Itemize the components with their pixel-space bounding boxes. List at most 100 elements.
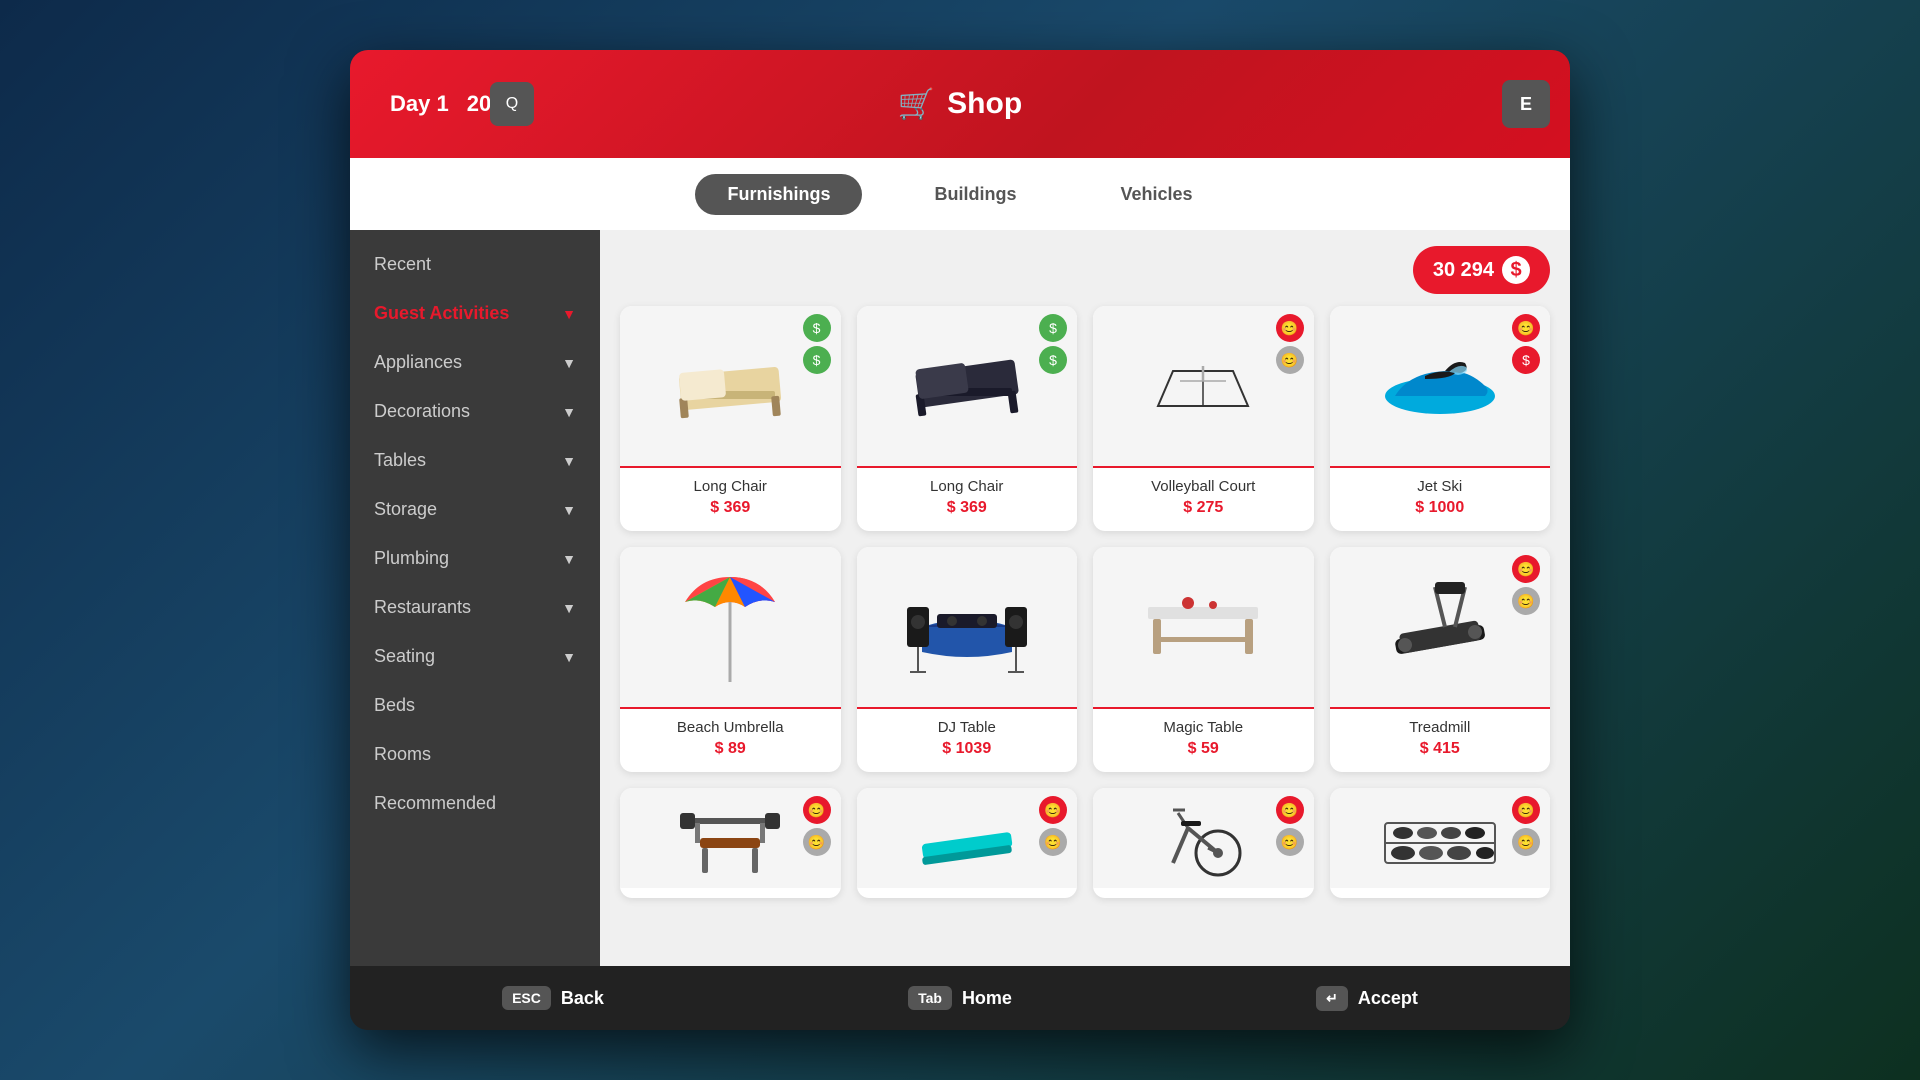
- badge-face-2: 😊: [1276, 828, 1304, 856]
- currency-amount: 30 294: [1433, 259, 1494, 282]
- dj-table-svg: [902, 572, 1032, 682]
- sidebar-item-plumbing[interactable]: Plumbing ▼: [350, 534, 600, 583]
- item-price: $ 1000: [1342, 499, 1539, 517]
- item-name: Long Chair: [869, 478, 1066, 495]
- item-card-dj-table[interactable]: DJ Table $ 1039: [857, 547, 1078, 772]
- chevron-down-icon: ▼: [562, 404, 576, 420]
- item-card-long-chair-1[interactable]: $ $ Long Chair: [620, 306, 841, 531]
- item-name: Magic Table: [1105, 719, 1302, 736]
- item-card-treadmill[interactable]: 😊 😊: [1330, 547, 1551, 772]
- badge-dollar-2: $: [1039, 346, 1067, 374]
- badge-face: 😊: [1512, 555, 1540, 583]
- item-card-magic-table[interactable]: Magic Table $ 59: [1093, 547, 1314, 772]
- treadmill-svg: [1380, 567, 1500, 687]
- item-info-magic-table: Magic Table $ 59: [1093, 707, 1314, 772]
- weights-rack-svg: [1375, 793, 1505, 883]
- back-button[interactable]: ESC Back: [502, 986, 604, 1010]
- home-button[interactable]: Tab Home: [908, 986, 1012, 1010]
- item-image-long-chair-2: $ $: [857, 306, 1078, 466]
- badge-face: 😊: [803, 796, 831, 824]
- sidebar-item-appliances[interactable]: Appliances ▼: [350, 338, 600, 387]
- chevron-down-icon: ▼: [562, 502, 576, 518]
- sidebar-item-restaurants[interactable]: Restaurants ▼: [350, 583, 600, 632]
- item-image-volleyball-court: 😊 😊: [1093, 306, 1314, 466]
- item-price: $ 59: [1105, 740, 1302, 758]
- item-info-treadmill: Treadmill $ 415: [1330, 707, 1551, 772]
- item-name: Jet Ski: [1342, 478, 1539, 495]
- item-name: Treadmill: [1342, 719, 1539, 736]
- item-card-step-bench[interactable]: 😊 😊: [857, 788, 1078, 898]
- sidebar: Recent Guest Activities ▼ Appliances ▼ D…: [350, 230, 600, 966]
- beach-umbrella-svg: [670, 562, 790, 692]
- item-price: $ 415: [1342, 740, 1539, 758]
- badge-dollar: $: [803, 314, 831, 342]
- item-price: $ 275: [1105, 499, 1302, 517]
- item-badges: 😊 😊: [1276, 314, 1304, 374]
- long-chair-light-svg: [665, 336, 795, 436]
- item-info-long-chair-2: Long Chair $ 369: [857, 466, 1078, 531]
- magic-table-svg: [1138, 577, 1268, 677]
- item-badges: 😊 😊: [803, 796, 831, 856]
- shop-window: Day 1 20:19 Q 🛒 Shop E Furnishings Build…: [350, 50, 1570, 1030]
- sidebar-item-decorations[interactable]: Decorations ▼: [350, 387, 600, 436]
- item-badges: 😊 $: [1512, 314, 1540, 374]
- e-button[interactable]: E: [1502, 80, 1550, 128]
- tab-buildings[interactable]: Buildings: [902, 174, 1048, 215]
- item-image-treadmill: 😊 😊: [1330, 547, 1551, 707]
- item-price: $ 1039: [869, 740, 1066, 758]
- badge-face-2: 😊: [1512, 587, 1540, 615]
- item-image-long-chair-1: $ $: [620, 306, 841, 466]
- item-info-beach-umbrella: Beach Umbrella $ 89: [620, 707, 841, 772]
- tab-vehicles[interactable]: Vehicles: [1088, 174, 1224, 215]
- items-grid: $ $ Long Chair: [620, 306, 1550, 898]
- jet-ski-svg: [1370, 341, 1510, 431]
- item-card-jet-ski[interactable]: 😊 $: [1330, 306, 1551, 531]
- chevron-down-icon: ▼: [562, 649, 576, 665]
- tab-bar: Furnishings Buildings Vehicles: [350, 158, 1570, 230]
- item-badges: $ $: [1039, 314, 1067, 374]
- item-name: Volleyball Court: [1105, 478, 1302, 495]
- badge-face-2: 😊: [1512, 828, 1540, 856]
- item-image-beach-umbrella: [620, 547, 841, 707]
- sidebar-item-tables[interactable]: Tables ▼: [350, 436, 600, 485]
- body: Recent Guest Activities ▼ Appliances ▼ D…: [350, 230, 1570, 966]
- item-image-exercise-bike: 😊 😊: [1093, 788, 1314, 888]
- item-badges: 😊 😊: [1512, 796, 1540, 856]
- item-info-volleyball-court: Volleyball Court $ 275: [1093, 466, 1314, 531]
- sidebar-item-seating[interactable]: Seating ▼: [350, 632, 600, 681]
- currency-display: 30 294 $: [1413, 246, 1550, 294]
- item-name: Beach Umbrella: [632, 719, 829, 736]
- header: Day 1 20:19 Q 🛒 Shop E: [350, 50, 1570, 158]
- item-card-beach-umbrella[interactable]: Beach Umbrella $ 89: [620, 547, 841, 772]
- content-area: 30 294 $ $ $: [600, 230, 1570, 966]
- q-button[interactable]: Q: [490, 82, 534, 126]
- badge-dollar-2: $: [803, 346, 831, 374]
- item-image-jet-ski: 😊 $: [1330, 306, 1551, 466]
- sidebar-item-recommended[interactable]: Recommended: [350, 779, 600, 828]
- item-card-bench-press[interactable]: 😊 😊: [620, 788, 841, 898]
- item-card-weights-rack[interactable]: 😊 😊: [1330, 788, 1551, 898]
- sidebar-item-beds[interactable]: Beds: [350, 681, 600, 730]
- item-name: Long Chair: [632, 478, 829, 495]
- item-card-exercise-bike[interactable]: 😊 😊: [1093, 788, 1314, 898]
- item-image-magic-table: [1093, 547, 1314, 707]
- item-card-long-chair-2[interactable]: $ $ Long Chair $ 369: [857, 306, 1078, 531]
- chevron-down-icon: ▼: [562, 453, 576, 469]
- sidebar-item-rooms[interactable]: Rooms: [350, 730, 600, 779]
- exercise-bike-svg: [1143, 793, 1263, 883]
- item-badges: 😊 😊: [1039, 796, 1067, 856]
- accept-button[interactable]: ↵ Accept: [1316, 986, 1418, 1011]
- badge-face-2: 😊: [1039, 828, 1067, 856]
- enter-key: ↵: [1316, 986, 1348, 1011]
- tab-furnishings[interactable]: Furnishings: [695, 174, 862, 215]
- sidebar-item-recent[interactable]: Recent: [350, 240, 600, 289]
- item-badges: $ $: [803, 314, 831, 374]
- item-price: $ 89: [632, 740, 829, 758]
- item-price: $ 369: [632, 499, 829, 517]
- chevron-down-icon: ▼: [562, 306, 576, 322]
- badge-dollar: $: [1039, 314, 1067, 342]
- sidebar-item-storage[interactable]: Storage ▼: [350, 485, 600, 534]
- badge-face: 😊: [1512, 314, 1540, 342]
- item-card-volleyball-court[interactable]: 😊 😊 Vo: [1093, 306, 1314, 531]
- sidebar-item-guest-activities[interactable]: Guest Activities ▼: [350, 289, 600, 338]
